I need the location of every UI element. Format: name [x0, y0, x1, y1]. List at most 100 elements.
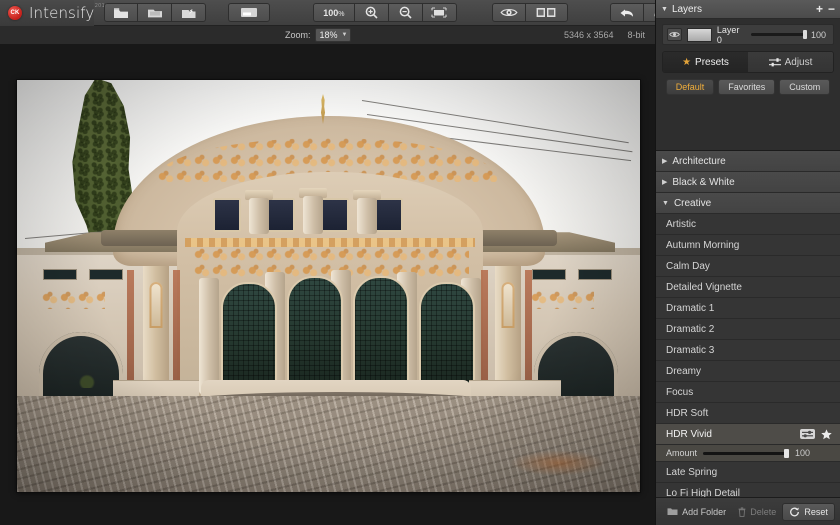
- photo-lattice-window: [419, 282, 475, 388]
- photo-main-column: [199, 278, 219, 394]
- preset-favorite-button[interactable]: [821, 429, 832, 440]
- preset-label: Autumn Morning: [666, 240, 739, 251]
- app-title: Intensify 2016: [29, 4, 94, 22]
- compare-split-button[interactable]: [526, 3, 568, 22]
- zoom-value-dropdown[interactable]: 18% ▼: [315, 28, 352, 42]
- preset-label: HDR Vivid: [666, 429, 712, 440]
- chevron-down-icon[interactable]: ▼: [661, 6, 668, 13]
- zoom-label: Zoom:: [285, 30, 311, 40]
- presets-toggle-icon: [240, 7, 258, 18]
- fit-to-screen-button[interactable]: [423, 3, 457, 22]
- reset-button[interactable]: Reset: [782, 503, 835, 521]
- photo-upper-window: [213, 198, 241, 232]
- tab-adjust[interactable]: Adjust: [748, 52, 833, 72]
- preset-row-detailed-vignette[interactable]: Detailed Vignette: [656, 277, 840, 298]
- zoom-out-icon: [399, 6, 412, 19]
- add-folder-button[interactable]: Add Folder: [661, 504, 732, 520]
- filter-tab-favorites[interactable]: Favorites: [718, 79, 775, 95]
- preset-amount-handle[interactable]: [784, 449, 789, 458]
- star-icon: ★: [682, 57, 691, 68]
- share-image-icon: [181, 7, 197, 19]
- layer-opacity-handle[interactable]: [803, 30, 807, 39]
- logo-badge-icon: CK: [8, 6, 22, 20]
- preview-original-button[interactable]: [492, 3, 526, 22]
- preset-list[interactable]: ▶ Architecture ▶ Black & White ▼ Creativ…: [656, 150, 840, 497]
- folder-icon: [667, 507, 678, 516]
- image-canvas[interactable]: [0, 45, 655, 525]
- preset-label: Detailed Vignette: [666, 282, 742, 293]
- delete-preset-button[interactable]: Delete: [732, 504, 782, 520]
- preset-label: Artistic: [666, 219, 696, 230]
- app-window: CK Intensify 2016: [0, 0, 840, 525]
- preset-label: Dreamy: [666, 366, 701, 377]
- photo-arched-window: [39, 332, 123, 404]
- chevron-right-icon: ▶: [662, 157, 667, 165]
- file-operations-group: [104, 3, 206, 22]
- layer-row[interactable]: Layer 0 100: [662, 24, 834, 45]
- presets-toggle-button[interactable]: [228, 3, 270, 22]
- photo-red-marble-stripe: [525, 270, 532, 390]
- zoom-out-button[interactable]: [389, 3, 423, 22]
- preset-label: Dramatic 1: [666, 303, 714, 314]
- zoom-in-button[interactable]: [355, 3, 389, 22]
- canvas-info-bar: Zoom: 18% ▼ 5346 x 3564 8-bit: [0, 26, 655, 45]
- preset-row-focus[interactable]: Focus: [656, 382, 840, 403]
- remove-layer-button[interactable]: −: [828, 3, 835, 15]
- presets-panel-group: [228, 3, 270, 22]
- preset-row-dramatic-1[interactable]: Dramatic 1: [656, 298, 840, 319]
- preset-amount-row[interactable]: Amount 100: [656, 445, 840, 462]
- layer-name: Layer 0: [717, 25, 746, 45]
- tab-presets[interactable]: ★ Presets: [663, 52, 748, 72]
- photo-image: [17, 80, 640, 492]
- preset-label: Dramatic 3: [666, 345, 714, 356]
- preset-group-creative[interactable]: ▼ Creative: [656, 193, 840, 214]
- photo-upper-column: [303, 196, 323, 234]
- preset-row-lo-fi-high-detail[interactable]: Lo Fi High Detail: [656, 483, 840, 497]
- save-image-button[interactable]: [138, 3, 172, 22]
- preset-row-late-spring[interactable]: Late Spring: [656, 462, 840, 483]
- preset-row-dramatic-3[interactable]: Dramatic 3: [656, 340, 840, 361]
- layer-opacity-control[interactable]: 100: [751, 30, 829, 40]
- layers-actions: + −: [816, 3, 835, 15]
- preset-row-dreamy[interactable]: Dreamy: [656, 361, 840, 382]
- layer-opacity-slider[interactable]: [751, 33, 807, 36]
- preset-row-actions: [800, 429, 832, 440]
- app-logo: CK Intensify 2016: [0, 0, 94, 26]
- sliders-icon: [769, 58, 781, 67]
- filter-tab-default[interactable]: Default: [666, 79, 715, 95]
- preset-row-artistic[interactable]: Artistic: [656, 214, 840, 235]
- photo-frame[interactable]: [17, 80, 640, 492]
- preset-group-architecture[interactable]: ▶ Architecture: [656, 151, 840, 172]
- add-layer-button[interactable]: +: [816, 3, 823, 15]
- layers-header: ▼ Layers + −: [656, 0, 840, 19]
- photo-upper-column: [357, 198, 377, 234]
- open-image-button[interactable]: [104, 3, 138, 22]
- chevron-down-icon: ▼: [342, 32, 348, 38]
- share-image-button[interactable]: [172, 3, 206, 22]
- preset-row-dramatic-2[interactable]: Dramatic 2: [656, 319, 840, 340]
- right-panel: ▼ Layers + − Layer 0 100: [655, 0, 840, 525]
- preset-settings-button[interactable]: [800, 429, 815, 439]
- photo-ornament: [41, 291, 105, 309]
- zoom-control: Zoom: 18% ▼: [285, 28, 351, 42]
- zoom-100-button[interactable]: 100%: [313, 3, 355, 22]
- preset-row-calm-day[interactable]: Calm Day: [656, 256, 840, 277]
- photo-lattice-window: [353, 276, 409, 388]
- undo-button[interactable]: [610, 3, 644, 22]
- photo-upper-window: [267, 198, 295, 232]
- preset-amount-label: Amount: [666, 448, 697, 458]
- zoom-value: 18%: [320, 30, 338, 40]
- photo-wall-plaque: [532, 269, 566, 280]
- preset-row-hdr-soft[interactable]: HDR Soft: [656, 403, 840, 424]
- trash-icon: [738, 507, 746, 517]
- layers-title: Layers: [672, 4, 702, 15]
- filter-tab-custom[interactable]: Custom: [779, 79, 830, 95]
- preset-row-hdr-vivid[interactable]: HDR Vivid: [656, 424, 840, 445]
- preset-row-autumn-morning[interactable]: Autumn Morning: [656, 235, 840, 256]
- photo-ornament: [530, 291, 594, 309]
- layer-visibility-toggle[interactable]: [667, 28, 682, 41]
- preset-amount-slider[interactable]: [703, 452, 789, 455]
- preset-label: Lo Fi High Detail: [666, 488, 740, 498]
- layer-thumbnail[interactable]: [687, 28, 712, 42]
- preset-group-black-and-white[interactable]: ▶ Black & White: [656, 172, 840, 193]
